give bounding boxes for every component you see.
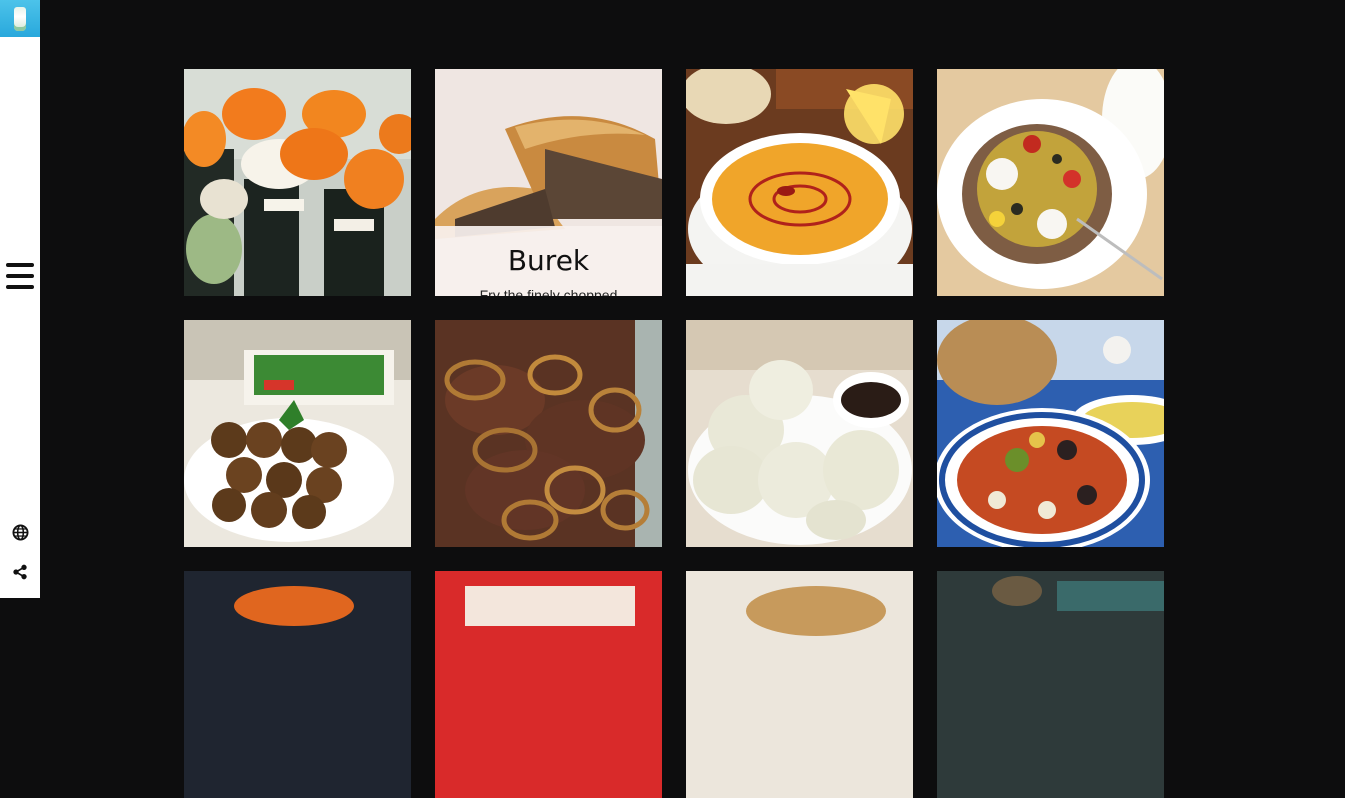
- dish-card-salad-platter[interactable]: [937, 320, 1164, 547]
- dish-card-row3-3[interactable]: [686, 571, 913, 798]
- dish-card-liver-onions[interactable]: [435, 320, 662, 547]
- food-photo: [686, 571, 913, 798]
- dish-overlay: Burek Fry the finely chopped: [435, 226, 662, 296]
- hamburger-icon[interactable]: [6, 263, 34, 289]
- food-photo: [435, 571, 662, 798]
- dish-card-row3-1[interactable]: [184, 571, 411, 798]
- dish-card-row3-2[interactable]: [435, 571, 662, 798]
- dish-card-sushi[interactable]: [184, 69, 411, 296]
- dumplings-photo: [686, 320, 913, 547]
- dish-description: Fry the finely chopped: [479, 287, 618, 296]
- dish-card-row3-4[interactable]: [937, 571, 1164, 798]
- dish-card-stuffed-potato[interactable]: [937, 69, 1164, 296]
- food-photo: [184, 571, 411, 798]
- share-icon[interactable]: [11, 563, 29, 581]
- dish-card-lentil-soup[interactable]: [686, 69, 913, 296]
- dish-card-falafel[interactable]: [184, 320, 411, 547]
- milk-bottle-logo-icon[interactable]: [0, 0, 40, 37]
- falafel-photo: [184, 320, 411, 547]
- stuffed-baked-potato-photo: [937, 69, 1164, 296]
- food-photo: [937, 571, 1164, 798]
- sidebar: [0, 0, 40, 598]
- liver-and-onions-photo: [435, 320, 662, 547]
- dish-card-burek[interactable]: Burek Fry the finely chopped: [435, 69, 662, 296]
- dish-card-dumplings[interactable]: [686, 320, 913, 547]
- lentil-soup-photo: [686, 69, 913, 296]
- mediterranean-salad-photo: [937, 320, 1164, 547]
- dish-grid: Burek Fry the finely chopped: [184, 69, 1164, 798]
- globe-icon[interactable]: [11, 523, 29, 541]
- dish-title: Burek: [507, 244, 590, 277]
- sushi-rolls-photo: [184, 69, 411, 296]
